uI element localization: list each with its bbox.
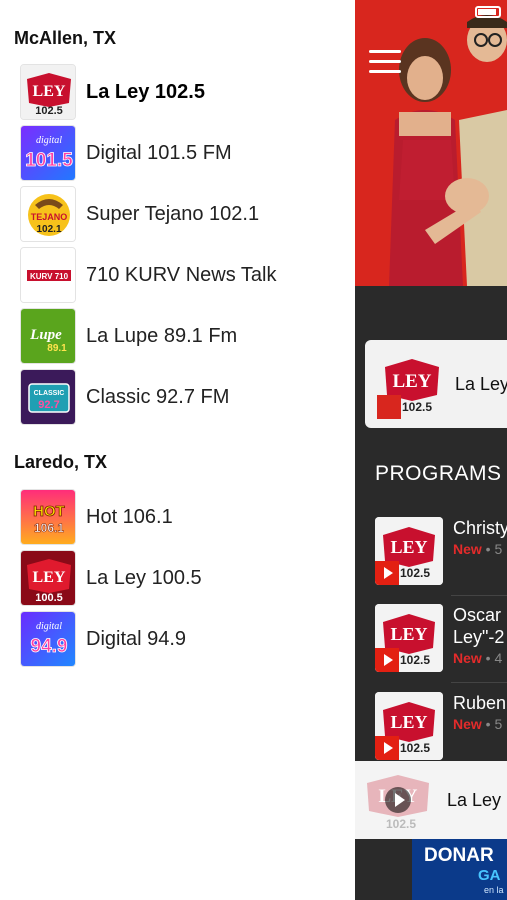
program-item[interactable]: LEY 102.5 Oscar Ley"-2 New • 4 <box>375 604 507 674</box>
program-title: Ruben <box>453 693 507 713</box>
svg-text:Lupe: Lupe <box>29 327 62 343</box>
divider <box>451 595 507 596</box>
more-dots-icon <box>377 395 401 419</box>
svg-text:102.5: 102.5 <box>35 105 63 117</box>
program-item[interactable]: LEY 102.5 Ruben New • 5 <box>375 692 507 762</box>
station-drawer: McAllen, TX LEY 102.5 La Ley 102.5 digit… <box>0 0 355 900</box>
svg-text:LEY: LEY <box>33 83 66 100</box>
station-item-la-ley-1005[interactable]: LEY 100.5 La Ley 100.5 <box>20 550 350 606</box>
banner-line2: GA <box>478 867 501 884</box>
program-thumbnail: LEY 102.5 <box>375 517 443 585</box>
svg-text:KURV 710: KURV 710 <box>30 272 69 281</box>
section-title-mcallen: McAllen, TX <box>14 28 117 48</box>
la-ley-1025-logo: LEY 102.5 <box>20 64 76 120</box>
svg-text:102.5: 102.5 <box>400 566 430 580</box>
program-item[interactable]: LEY 102.5 Christy New • 5 <box>375 517 507 587</box>
svg-text:106.1: 106.1 <box>34 521 64 535</box>
battery-icon <box>475 6 501 18</box>
app-main-panel: LEY 102.5 La Ley PROGRAMS LEY 102.5 Chri… <box>355 0 507 900</box>
play-icon[interactable] <box>375 648 399 672</box>
station-name: Hot 106.1 <box>86 505 173 528</box>
station-item-classic-927[interactable]: CLASSIC 92.7 Classic 92.7 FM <box>20 369 350 425</box>
svg-text:TEJANO: TEJANO <box>31 212 68 222</box>
station-item-la-lupe-891[interactable]: Lupe 89.1 La Lupe 89.1 Fm <box>20 308 350 364</box>
la-ley-1005-logo: LEY 100.5 <box>20 550 76 606</box>
program-title: Christy <box>453 518 507 538</box>
svg-text:92.7: 92.7 <box>38 399 59 411</box>
svg-text:102.5: 102.5 <box>402 400 432 414</box>
svg-text:101.5: 101.5 <box>25 150 73 171</box>
station-item-hot-1061[interactable]: HOT 106.1 Hot 106.1 <box>20 489 350 545</box>
svg-text:102.5: 102.5 <box>400 741 430 755</box>
station-name: La Lupe 89.1 Fm <box>86 324 238 347</box>
programs-heading: PROGRAMS <box>375 462 502 485</box>
svg-text:102.5: 102.5 <box>400 653 430 667</box>
divider <box>451 682 507 683</box>
section-title-laredo: Laredo, TX <box>14 452 108 472</box>
program-meta: • 5 <box>481 541 503 557</box>
new-badge: New <box>453 541 482 557</box>
player-play-icon[interactable] <box>385 787 411 813</box>
svg-text:89.1: 89.1 <box>47 343 67 354</box>
current-station-label: La Ley <box>455 373 507 394</box>
svg-text:LEY: LEY <box>33 569 66 586</box>
svg-text:LEY: LEY <box>390 712 427 732</box>
station-item-kurv-710[interactable]: KURV 710 710 KURV News Talk <box>20 247 350 303</box>
svg-text:94.9: 94.9 <box>31 636 68 657</box>
hero-photo-illustration <box>355 0 507 286</box>
station-item-super-tejano-1021[interactable]: TEJANO 102.1 Super Tejano 102.1 <box>20 186 350 242</box>
mini-player[interactable]: LEY 102.5 La Ley <box>355 761 507 839</box>
svg-text:102.5: 102.5 <box>386 817 416 831</box>
current-station-card[interactable]: LEY 102.5 La Ley <box>365 340 507 428</box>
play-icon[interactable] <box>375 736 399 760</box>
program-meta: • 4 <box>481 650 503 666</box>
program-thumbnail: LEY 102.5 <box>375 692 443 760</box>
kurv-710-logo: KURV 710 <box>20 247 76 303</box>
station-name: Classic 92.7 FM <box>86 385 230 408</box>
banner-line1: DONAR <box>424 845 494 866</box>
la-ley-card-logo: LEY 102.5 <box>377 349 447 419</box>
svg-text:CLASSIC: CLASSIC <box>34 390 65 397</box>
svg-text:LEY: LEY <box>390 537 427 557</box>
svg-text:100.5: 100.5 <box>35 592 63 604</box>
player-station-logo: LEY 102.5 <box>359 765 437 835</box>
svg-text:102.1: 102.1 <box>36 224 61 235</box>
svg-text:HOT: HOT <box>33 503 65 520</box>
svg-text:LEY: LEY <box>390 624 427 644</box>
banner-line3: en la <box>484 885 504 895</box>
svg-text:digital: digital <box>36 135 62 146</box>
super-tejano-1021-logo: TEJANO 102.1 <box>20 186 76 242</box>
svg-text:LEY: LEY <box>392 371 431 392</box>
new-badge: New <box>453 650 482 666</box>
program-thumbnail: LEY 102.5 <box>375 604 443 672</box>
play-icon[interactable] <box>375 561 399 585</box>
station-name: Digital 101.5 FM <box>86 141 232 164</box>
program-status: New • 4 <box>453 650 504 666</box>
station-name: Digital 94.9 <box>86 627 187 650</box>
hamburger-menu-icon[interactable] <box>369 50 401 74</box>
hot-1061-logo: HOT 106.1 <box>20 489 76 545</box>
station-name: 710 KURV News Talk <box>86 263 277 286</box>
new-badge: New <box>453 716 482 732</box>
program-title-line2: Ley"-2 <box>453 627 505 647</box>
station-name: La Ley 100.5 <box>86 566 202 589</box>
program-status: New • 5 <box>453 541 507 557</box>
classic-927-logo: CLASSIC 92.7 <box>20 369 76 425</box>
program-status: New • 5 <box>453 716 506 732</box>
station-item-digital-1015[interactable]: digital 101.5 Digital 101.5 FM <box>20 125 350 181</box>
svg-text:digital: digital <box>36 621 62 632</box>
station-item-digital-949[interactable]: digital 94.9 Digital 94.9 <box>20 611 350 667</box>
station-item-la-ley-1025[interactable]: LEY 102.5 La Ley 102.5 <box>20 64 350 120</box>
station-name: La Ley 102.5 <box>86 80 205 103</box>
digital-949-logo: digital 94.9 <box>20 611 76 667</box>
program-meta: • 5 <box>481 716 503 732</box>
donate-banner-ad[interactable]: DONAR GA en la <box>412 839 507 900</box>
station-name: Super Tejano 102.1 <box>86 202 260 225</box>
program-title: Oscar <box>453 605 502 625</box>
la-lupe-891-logo: Lupe 89.1 <box>20 308 76 364</box>
player-station-label: La Ley <box>447 789 502 810</box>
hero-image <box>355 0 507 286</box>
digital-1015-logo: digital 101.5 <box>20 125 76 181</box>
